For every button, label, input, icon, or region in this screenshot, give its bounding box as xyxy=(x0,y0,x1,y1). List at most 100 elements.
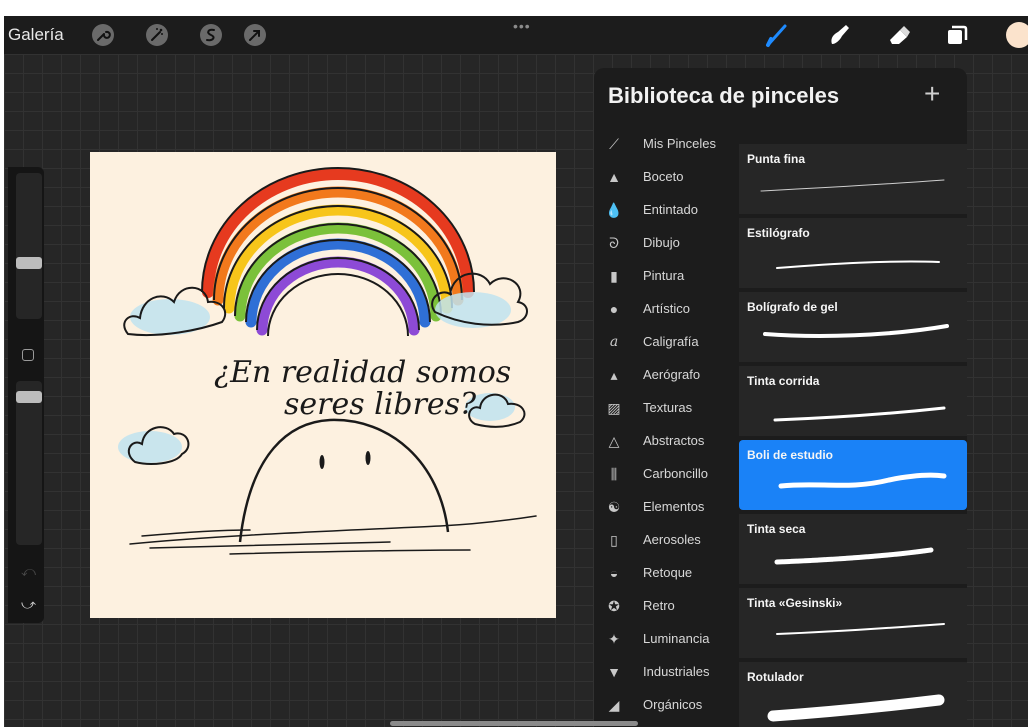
pencil-tip-icon: ▲ xyxy=(607,169,621,185)
category-aerografo[interactable]: ▴ Aerógrafo xyxy=(594,359,735,392)
category-aerosoles[interactable]: ▯ Aerosoles xyxy=(594,524,735,557)
redo-icon[interactable]: ⤻ xyxy=(21,596,36,613)
swoosh-icon: ⟋ xyxy=(609,136,619,152)
leaf-icon: ◢ xyxy=(608,697,620,713)
category-label: Orgánicos xyxy=(643,697,703,712)
category-boceto[interactable]: ▲ Boceto xyxy=(594,161,735,194)
eraser-icon[interactable] xyxy=(886,22,912,48)
sparkle-icon: ✦ xyxy=(608,631,620,647)
brush-size-thumb[interactable] xyxy=(16,257,42,269)
brush-name: Boli de estudio xyxy=(747,448,834,462)
category-label: Abstractos xyxy=(643,433,705,448)
category-retro[interactable]: ✪ Retro xyxy=(594,590,735,623)
drawing-canvas[interactable]: ¿En realidad somos seres libres? xyxy=(90,152,556,618)
brush-name: Tinta «Gesinski» xyxy=(747,596,843,610)
top-toolbar: Galería ••• xyxy=(4,16,1028,54)
color-picker-button[interactable] xyxy=(1006,22,1028,48)
brush-name: Rotulador xyxy=(747,670,804,684)
texture-icon: ▨ xyxy=(607,400,621,416)
category-label: Carboncillo xyxy=(643,466,709,481)
anvil-icon: ▼ xyxy=(607,664,621,680)
more-options[interactable]: ••• xyxy=(513,18,531,34)
retouch-icon: ◒ xyxy=(609,565,619,581)
layers-icon[interactable] xyxy=(944,22,970,48)
brush-icon[interactable] xyxy=(764,22,790,48)
category-entintado[interactable]: 💧 Entintado xyxy=(594,194,735,227)
brush-boligrafo-de-gel[interactable]: Bolígrafo de gel xyxy=(739,292,967,362)
transform-arrow-icon[interactable] xyxy=(244,24,266,46)
category-pintura[interactable]: ▮ Pintura xyxy=(594,260,735,293)
triangle-icon: △ xyxy=(608,433,620,449)
category-label: Mis Pinceles xyxy=(643,136,716,151)
category-industriales[interactable]: ▼ Industriales xyxy=(594,656,735,689)
brush-stroke-preview xyxy=(776,260,940,269)
opacity-slider[interactable] xyxy=(16,381,42,545)
brush-tinta-gesinski[interactable]: Tinta «Gesinski» xyxy=(739,588,967,658)
category-elementos[interactable]: ☯ Elementos xyxy=(594,491,735,524)
palette-icon: ● xyxy=(609,301,619,317)
category-label: Retoque xyxy=(643,565,693,580)
brush-stroke-preview xyxy=(773,406,946,422)
brush-stroke-preview xyxy=(778,472,947,489)
modify-button[interactable] xyxy=(22,349,34,361)
wrench-icon[interactable] xyxy=(92,24,114,46)
category-label: Elementos xyxy=(643,499,705,514)
brush-stroke-preview xyxy=(763,324,949,338)
category-label: Artístico xyxy=(643,301,690,316)
brush-stroke-preview xyxy=(774,547,934,565)
brush-rotulador[interactable]: Rotulador xyxy=(739,662,967,727)
brush-stroke-preview xyxy=(776,623,945,635)
brush-name: Tinta seca xyxy=(747,522,806,536)
brush-stroke-preview xyxy=(760,179,945,192)
procreate-app: Galería ••• ⤺ ⤻ ¿En realidad somos seres… xyxy=(4,16,1028,727)
category-label: Texturas xyxy=(643,400,693,415)
canvas-text-line2: seres libres? xyxy=(284,387,477,422)
canvas-text-line1: ¿En realidad somos xyxy=(214,355,511,390)
brush-boli-de-estudio[interactable]: Boli de estudio xyxy=(739,440,967,510)
artwork: ¿En realidad somos seres libres? xyxy=(118,167,537,555)
category-retoque[interactable]: ◒ Retoque xyxy=(594,557,735,590)
brush-size-slider[interactable] xyxy=(16,173,42,319)
paint-brush-icon: ▮ xyxy=(610,268,618,284)
squiggle-icon: ᘐ xyxy=(609,235,619,251)
brush-name: Tinta corrida xyxy=(747,374,820,388)
spray-can-icon: ▯ xyxy=(610,532,618,548)
gallery-button[interactable]: Galería xyxy=(8,25,64,45)
brush-name: Punta fina xyxy=(747,152,806,166)
category-label: Caligrafía xyxy=(643,334,699,349)
undo-icon[interactable]: ⤺ xyxy=(21,563,36,580)
yin-yang-icon: ☯ xyxy=(607,499,621,515)
category-luminancia[interactable]: ✦ Luminancia xyxy=(594,623,735,656)
category-dibujo[interactable]: ᘐ Dibujo xyxy=(594,227,735,260)
ink-drop-icon: 💧 xyxy=(605,202,623,218)
add-brush-button[interactable]: + xyxy=(924,78,940,110)
opacity-thumb[interactable] xyxy=(16,391,42,403)
side-slider-bar: ⤺ ⤻ xyxy=(8,167,44,623)
category-artistico[interactable]: ● Artístico xyxy=(594,293,735,326)
category-carboncillo[interactable]: ⫼ Carboncillo xyxy=(594,458,735,491)
selection-icon[interactable] xyxy=(200,24,222,46)
category-mis-pinceles[interactable]: ⟋ Mis Pinceles xyxy=(594,128,735,161)
category-organicos[interactable]: ◢ Orgánicos xyxy=(594,689,735,722)
brush-library-panel: Biblioteca de pinceles + ⟋ Mis Pinceles … xyxy=(594,68,967,727)
library-title: Biblioteca de pinceles xyxy=(608,83,840,108)
brush-name: Estilógrafo xyxy=(747,226,810,240)
category-caligrafia[interactable]: a Caligrafía xyxy=(594,326,735,359)
brush-estilografo[interactable]: Estilógrafo xyxy=(739,218,967,288)
brush-tinta-seca[interactable]: Tinta seca xyxy=(739,514,967,584)
brush-name: Bolígrafo de gel xyxy=(747,300,838,314)
home-indicator[interactable] xyxy=(390,721,638,726)
brush-tinta-corrida[interactable]: Tinta corrida xyxy=(739,366,967,436)
category-texturas[interactable]: ▨ Texturas xyxy=(594,392,735,425)
magic-wand-icon[interactable] xyxy=(146,24,168,46)
category-label: Aerosoles xyxy=(643,532,701,547)
brush-punta-fina[interactable]: Punta fina xyxy=(739,144,967,214)
category-label: Aerógrafo xyxy=(643,367,701,382)
charcoal-icon: ⫼ xyxy=(610,466,618,482)
category-label: Industriales xyxy=(643,664,710,679)
smudge-icon[interactable] xyxy=(826,22,852,48)
category-label: Dibujo xyxy=(643,235,680,250)
category-abstractos[interactable]: △ Abstractos xyxy=(594,425,735,458)
category-label: Luminancia xyxy=(643,631,710,646)
calligraphy-icon: a xyxy=(609,334,619,350)
